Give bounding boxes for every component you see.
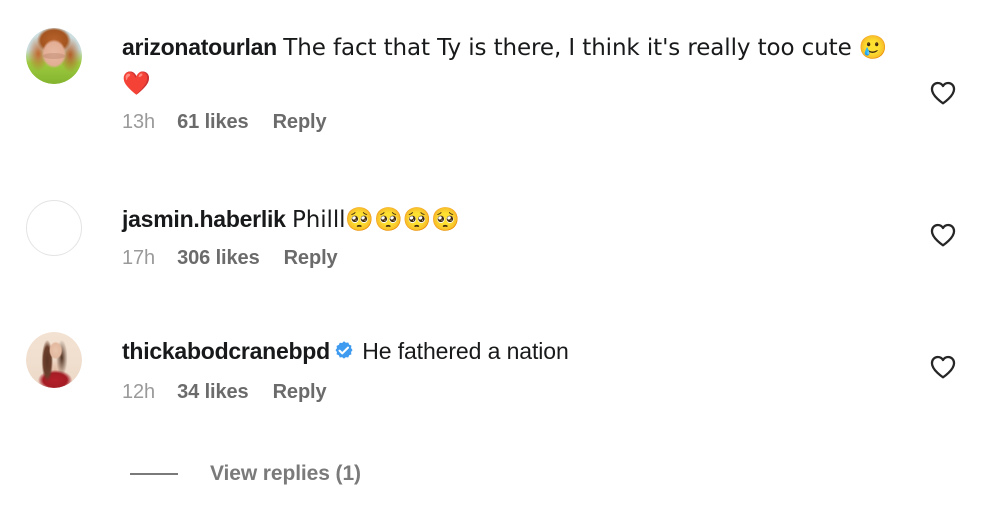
comment-meta: 17h 306 likes Reply — [122, 247, 982, 270]
comment-likes[interactable]: 306 likes — [177, 247, 260, 270]
avatar-image-placeholder — [27, 201, 81, 255]
comment-reply-button[interactable]: Reply — [273, 111, 327, 134]
comment-item: thickabodcranebpd He fathered a nation 1… — [0, 332, 982, 404]
comment-text: jasmin.haberlik Philll🥺🥺🥺🥺 — [122, 202, 912, 238]
like-button[interactable] — [928, 352, 958, 382]
comment-meta: 13h 61 likes Reply — [122, 111, 982, 134]
comment-meta: 12h 34 likes Reply — [122, 381, 982, 404]
comment-text: arizonatourlan The fact that Ty is there… — [122, 30, 912, 102]
comment-body: thickabodcranebpd He fathered a nation 1… — [122, 332, 982, 404]
heart-outline-icon — [930, 355, 956, 379]
avatar[interactable] — [26, 332, 82, 388]
comment-timestamp: 13h — [122, 111, 156, 133]
heart-outline-icon — [930, 223, 956, 247]
comments-list: arizonatourlan The fact that Ty is there… — [0, 0, 982, 512]
comment-body: arizonatourlan The fact that Ty is there… — [122, 28, 982, 134]
like-button[interactable] — [928, 78, 958, 108]
avatar-image — [26, 28, 82, 84]
avatar[interactable] — [26, 200, 82, 256]
comment-reply-button[interactable]: Reply — [284, 247, 338, 270]
replies-dash-divider — [130, 473, 178, 475]
comment-text: thickabodcranebpd He fathered a nation — [122, 334, 912, 372]
verified-badge-icon — [333, 337, 355, 372]
like-button[interactable] — [928, 220, 958, 250]
comment-timestamp: 12h — [122, 381, 156, 403]
comment-message: Philll🥺🥺🥺🥺 — [292, 207, 460, 233]
comment-timestamp: 17h — [122, 247, 156, 269]
comment-username[interactable]: thickabodcranebpd — [122, 338, 330, 364]
comment-item: arizonatourlan The fact that Ty is there… — [0, 28, 982, 134]
heart-outline-icon — [930, 81, 956, 105]
comment-likes[interactable]: 34 likes — [177, 381, 249, 404]
view-replies-button[interactable]: View replies (1) — [130, 462, 361, 486]
view-replies-label: View replies (1) — [210, 462, 361, 485]
comment-reply-button[interactable]: Reply — [273, 381, 327, 404]
comment-username[interactable]: jasmin.haberlik — [122, 206, 286, 232]
comment-message: He fathered a nation — [362, 338, 569, 364]
avatar-image — [26, 332, 82, 388]
comment-body: jasmin.haberlik Philll🥺🥺🥺🥺 17h 306 likes… — [122, 200, 982, 270]
avatar[interactable] — [26, 28, 82, 84]
comment-likes[interactable]: 61 likes — [177, 111, 249, 134]
comment-username[interactable]: arizonatourlan — [122, 34, 277, 60]
comment-item: jasmin.haberlik Philll🥺🥺🥺🥺 17h 306 likes… — [0, 200, 982, 270]
